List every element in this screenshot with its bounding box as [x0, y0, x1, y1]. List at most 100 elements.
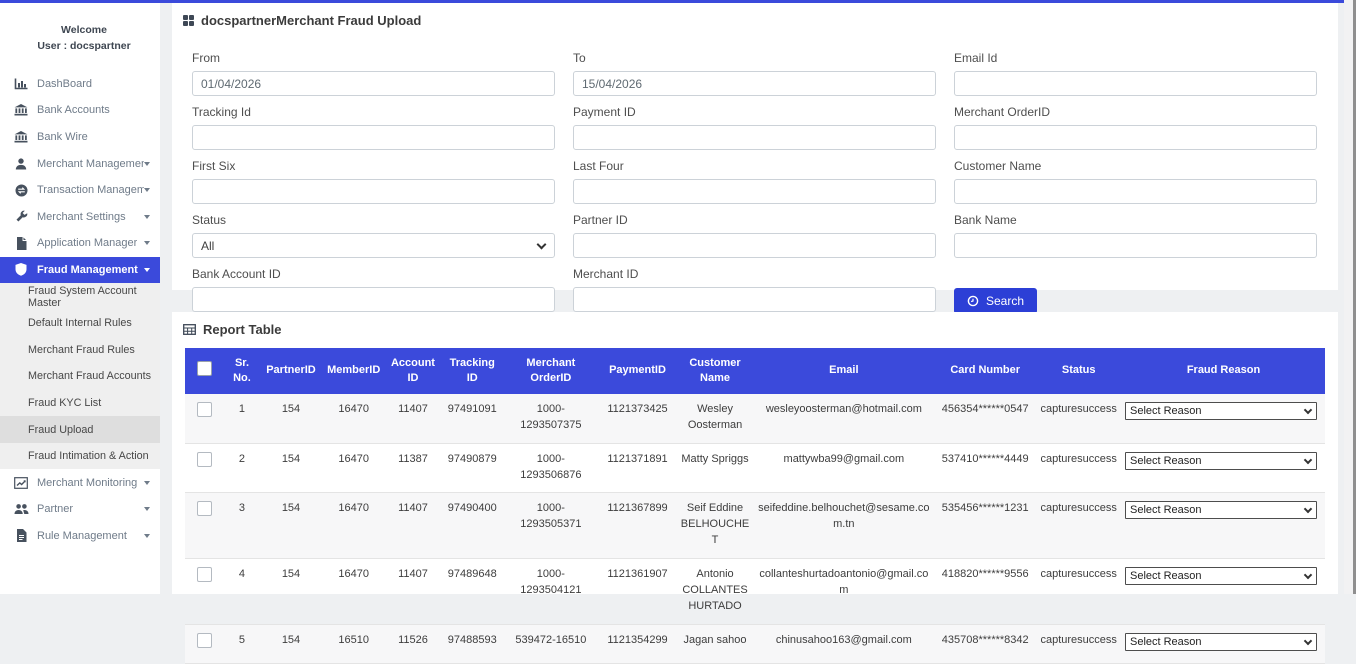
bar-chart-icon [13, 78, 29, 90]
cell-account-id: 11407 [386, 394, 441, 443]
header-checkbox-cell [185, 348, 224, 394]
cell-partner-id: 154 [260, 625, 322, 664]
col-merchant-orderid: Merchant OrderID [504, 348, 597, 394]
cell-account-id: 11387 [386, 443, 441, 493]
search-button-label: Search [986, 294, 1024, 308]
partner-id-input[interactable] [573, 233, 936, 258]
sidebar-item-label: DashBoard [37, 78, 92, 90]
partner-id-label: Partner ID [573, 213, 936, 227]
merchant-id-label: Merchant ID [573, 267, 936, 281]
sidebar-item-bank-wire[interactable]: Bank Wire [0, 124, 160, 151]
fraud-reason-select[interactable]: Select Reason [1125, 402, 1317, 420]
first-six-input[interactable] [192, 179, 555, 204]
status-select[interactable]: All [192, 233, 555, 258]
report-table-card: Report Table Sr. No. PartnerID MemberID … [172, 312, 1338, 594]
transfer-icon [13, 184, 29, 197]
sidebar-item-merchant-fraud-rules[interactable]: Merchant Fraud Rules [0, 336, 160, 363]
sidebar-item-fraud-management[interactable]: Fraud Management [0, 257, 160, 284]
row-checkbox[interactable] [197, 501, 212, 516]
bank-name-input[interactable] [954, 233, 1317, 258]
field-search: Search [954, 267, 1317, 314]
sidebar-item-label: Partner [37, 503, 73, 515]
chevron-down-icon [144, 507, 150, 511]
row-checkbox[interactable] [197, 633, 212, 648]
th-large-icon [183, 15, 194, 26]
sidebar-item-merchant-management[interactable]: Merchant Management [0, 150, 160, 177]
fraud-reason-select[interactable]: Select Reason [1125, 633, 1317, 651]
email-id-input[interactable] [954, 71, 1317, 96]
cell-card-number: 537410******4449 [935, 443, 1035, 493]
payment-id-label: Payment ID [573, 105, 936, 119]
bank-icon [13, 131, 29, 143]
main-content: docspartnerMerchant Fraud Upload From To… [172, 3, 1338, 594]
last-four-input[interactable] [573, 179, 936, 204]
sidebar-item-label: Merchant Management [37, 158, 144, 170]
field-bank-account-id: Bank Account ID [192, 267, 555, 314]
tracking-id-input[interactable] [192, 125, 555, 150]
sidebar: Welcome User : docspartner DashBoard Ban… [0, 3, 160, 594]
chevron-down-icon [144, 481, 150, 485]
wrench-icon [13, 210, 29, 223]
fraud-reason-select[interactable]: Select Reason [1125, 452, 1317, 470]
cell-email: chinusahoo163@gmail.com [753, 625, 935, 664]
cell-member-id: 16470 [322, 493, 386, 559]
cell-account-id: 11526 [386, 625, 441, 664]
submenu-label: Fraud System Account Master [28, 285, 160, 309]
cell-member-id: 16470 [322, 443, 386, 493]
sidebar-item-application-manager[interactable]: Application Manager [0, 230, 160, 257]
row-checkbox[interactable] [197, 452, 212, 467]
fraud-reason-select[interactable]: Select Reason [1125, 567, 1317, 585]
sidebar-item-label: Transaction Management [37, 184, 144, 196]
to-label: To [573, 51, 936, 65]
select-all-checkbox[interactable] [197, 361, 212, 376]
vertical-scrollbar[interactable] [1344, 0, 1356, 594]
merchant-orderid-input[interactable] [954, 125, 1317, 150]
merchant-id-input[interactable] [573, 287, 936, 312]
cell-customer-name: Antonio COLLANTES HURTADO [677, 559, 752, 625]
cell-customer-name: Seif Eddine BELHOUCHET [677, 493, 752, 559]
cell-sr-no: 3 [224, 493, 260, 559]
sidebar-item-bank-accounts[interactable]: Bank Accounts [0, 97, 160, 124]
cell-payment-id: 1121373425 [598, 394, 678, 443]
fraud-reason-select[interactable]: Select Reason [1125, 501, 1317, 519]
field-tracking-id: Tracking Id [192, 105, 555, 150]
sidebar-item-fraud-system-account-master[interactable]: Fraud System Account Master [0, 283, 160, 310]
sidebar-item-partner[interactable]: Partner [0, 496, 160, 523]
fraud-reason-select-wrap: Select Reason [1125, 501, 1317, 519]
shield-icon [13, 263, 29, 276]
col-member-id: MemberID [322, 348, 386, 394]
sidebar-item-rule-management[interactable]: Rule Management [0, 523, 160, 550]
chevron-down-icon [144, 215, 150, 219]
merchant-orderid-label: Merchant OrderID [954, 105, 1317, 119]
sidebar-item-fraud-kyc-list[interactable]: Fraud KYC List [0, 390, 160, 417]
sidebar-item-merchant-settings[interactable]: Merchant Settings [0, 204, 160, 231]
report-table: Sr. No. PartnerID MemberID Account ID Tr… [185, 348, 1325, 664]
sidebar-item-merchant-fraud-accounts[interactable]: Merchant Fraud Accounts [0, 363, 160, 390]
search-button[interactable]: Search [954, 288, 1037, 314]
field-customer-name: Customer Name [954, 159, 1317, 204]
sidebar-item-dashboard[interactable]: DashBoard [0, 71, 160, 98]
sidebar-item-label: Bank Accounts [37, 104, 110, 116]
submenu-label: Default Internal Rules [28, 317, 132, 329]
customer-name-input[interactable] [954, 179, 1317, 204]
from-input[interactable] [192, 71, 555, 96]
cell-member-id: 16470 [322, 559, 386, 625]
field-status: Status All [192, 213, 555, 258]
line-chart-icon [13, 477, 29, 489]
sidebar-item-fraud-upload[interactable]: Fraud Upload [0, 416, 160, 443]
bank-account-id-input[interactable] [192, 287, 555, 312]
row-checkbox[interactable] [197, 402, 212, 417]
cell-merchant-orderid: 1000-1293507375 [504, 394, 597, 443]
cell-merchant-orderid: 539472-16510 [504, 625, 597, 664]
cell-sr-no: 1 [224, 394, 260, 443]
payment-id-input[interactable] [573, 125, 936, 150]
sidebar-item-transaction-management[interactable]: Transaction Management [0, 177, 160, 204]
chevron-down-icon [144, 534, 150, 538]
search-button-icon [967, 295, 979, 307]
row-checkbox[interactable] [197, 567, 212, 582]
col-tracking-id: Tracking ID [440, 348, 504, 394]
sidebar-item-default-internal-rules[interactable]: Default Internal Rules [0, 310, 160, 337]
sidebar-item-fraud-intimation-action[interactable]: Fraud Intimation & Action [0, 443, 160, 470]
to-input[interactable] [573, 71, 936, 96]
sidebar-item-merchant-monitoring[interactable]: Merchant Monitoring [0, 469, 160, 496]
